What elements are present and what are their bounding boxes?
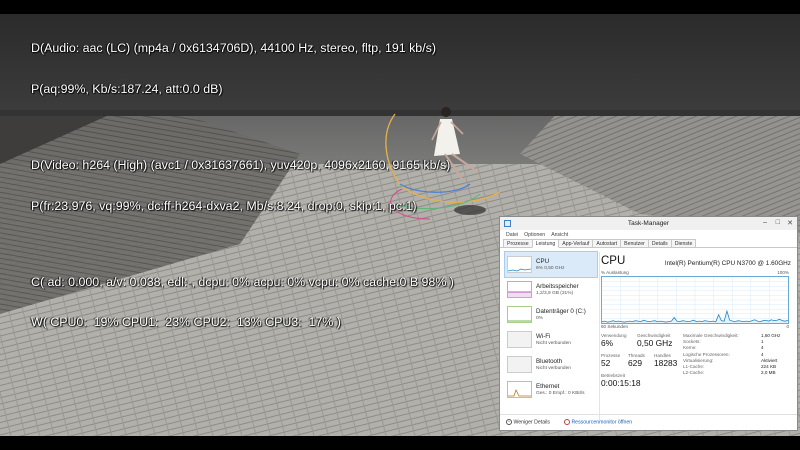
cpu-detail-panel: CPU Intel(R) Pentium(R) CPU N3700 @ 1.60… — [601, 255, 793, 393]
tab-details[interactable]: Details — [647, 239, 672, 247]
cpu-model: Intel(R) Pentium(R) CPU N3700 @ 1.60GHz — [664, 260, 791, 267]
handles-value: 18283 — [654, 358, 678, 368]
title-bar[interactable]: Task-Manager – □ ✕ — [500, 217, 797, 230]
window-title: Task-Manager — [627, 220, 670, 227]
minimize-button[interactable]: – — [763, 219, 767, 226]
resource-name: Ethernet — [536, 383, 560, 390]
resource-item-disk[interactable]: Datenträger 0 (C:) 0% — [505, 302, 597, 327]
spec-row: L2-Cache: 2,0 MB — [683, 370, 776, 376]
tab-leistung[interactable]: Leistung — [531, 239, 560, 248]
menu-optionen[interactable]: Optionen — [524, 232, 545, 238]
panel-heading: CPU — [601, 255, 626, 267]
resource-sub: Nicht verbunden — [536, 341, 571, 346]
resource-name: Bluetooth — [536, 358, 563, 365]
cpu-spec-table: Maximale Geschwindigkeit: 1,60 GHz Socket… — [683, 333, 789, 376]
resource-item-memory[interactable]: Arbeitsspeicher 1,2/3,9 GB (31%) — [505, 277, 597, 302]
resource-monitor-link[interactable]: Ressourcenmonitor öffnen — [563, 419, 633, 426]
tab-bar: Prozesse Leistung App-Verlauf Autostart … — [500, 239, 797, 248]
resource-name: Wi-Fi — [536, 333, 551, 340]
less-details-button[interactable]: ^ Weniger Details — [506, 419, 550, 426]
resource-name: CPU — [536, 258, 550, 265]
resource-sub: 1,2/3,9 GB (31%) — [536, 291, 574, 296]
task-manager-window: Task-Manager – □ ✕ Datei Optionen Ansich… — [499, 216, 798, 431]
memory-thumbnail-graph — [507, 281, 532, 298]
resource-monitor-label: Ressourcenmonitor öffnen — [571, 419, 633, 426]
tab-autostart[interactable]: Autostart — [592, 239, 622, 247]
tab-app-verlauf[interactable]: App-Verlauf — [558, 239, 594, 247]
audio-post-line: P(aq:99%, Kb/s:187.24, att:0.0 dB) — [31, 81, 223, 96]
disk-thumbnail-graph — [507, 306, 532, 323]
tab-prozesse[interactable]: Prozesse — [503, 239, 533, 247]
video-decoder-line: D(Video: h264 (High) (avc1 / 0x31637661)… — [31, 157, 451, 172]
chevron-up-icon: ^ — [506, 419, 512, 426]
cpu-load-line: W( CPU0: 19% CPU1: 23% CPU2: 13% CPU3: 1… — [31, 315, 341, 330]
y-axis-max: 100% — [777, 270, 789, 275]
tab-dienste[interactable]: Dienste — [670, 239, 697, 247]
y-axis-label: % Auslastung — [601, 270, 629, 275]
resource-sub: 6% 0,50 GHz — [536, 266, 565, 271]
speed-value: 0,50 GHz — [637, 338, 673, 348]
menu-datei[interactable]: Datei — [506, 232, 518, 238]
resource-item-wifi[interactable]: Wi-Fi Nicht verbunden — [505, 327, 597, 352]
video-post-line: P(fr:23.976, vq:99%, dc:ff-h264-dxva2, M… — [31, 198, 417, 213]
playback-stats-overlay: D(Audio: aac (LC) (mp4a / 0x6134706D), 4… — [31, 15, 454, 344]
clock-line: C( ad: 0.000, a/v: 0.038, edl:-, dcpu: 0… — [31, 274, 454, 289]
menu-bar: Datei Optionen Ansicht — [500, 230, 797, 239]
resource-name: Arbeitsspeicher — [536, 283, 579, 290]
panel-divider — [599, 252, 600, 420]
resource-item-bluetooth[interactable]: Bluetooth Nicht verbunden — [505, 352, 597, 377]
cpu-stats: Verwendung 6% Geschwindigkeit 0,50 GHz P… — [601, 333, 793, 393]
menu-ansicht[interactable]: Ansicht — [551, 232, 568, 238]
less-details-label: Weniger Details — [513, 419, 550, 426]
processes-value: 52 — [601, 358, 611, 368]
resource-name: Datenträger 0 (C:) — [536, 308, 586, 315]
tab-benutzer[interactable]: Benutzer — [620, 239, 649, 247]
usage-value: 6% — [601, 338, 614, 348]
threads-value: 629 — [628, 358, 642, 368]
wifi-thumbnail-graph — [507, 331, 532, 348]
cpu-usage-graph — [601, 276, 789, 324]
uptime-value: 0:00:15:18 — [601, 378, 641, 388]
resource-sub: Nicht verbunden — [536, 366, 571, 371]
ethernet-thumbnail-graph — [507, 381, 532, 398]
cpu-thumbnail-graph — [507, 256, 532, 273]
window-footer: ^ Weniger Details Ressourcenmonitor öffn… — [500, 414, 797, 430]
resource-item-ethernet[interactable]: Ethernet Ges.: 0 Empf.: 0 KBit/s — [505, 377, 597, 402]
close-button[interactable]: ✕ — [787, 219, 793, 227]
cpu-usage-graph-svg — [601, 277, 789, 323]
resource-sub: Ges.: 0 Empf.: 0 KBit/s — [536, 391, 585, 396]
resource-monitor-icon — [563, 419, 570, 426]
resource-sub: 0% — [536, 316, 543, 321]
bluetooth-thumbnail-graph — [507, 356, 532, 373]
resource-item-cpu[interactable]: CPU 6% 0,50 GHz — [504, 251, 598, 278]
audio-decoder-line: D(Audio: aac (LC) (mp4a / 0x6134706D), 4… — [31, 41, 436, 56]
resource-list: CPU 6% 0,50 GHz Arbeitsspeicher 1,2/3,9 … — [504, 251, 598, 402]
maximize-button[interactable]: □ — [776, 219, 780, 226]
